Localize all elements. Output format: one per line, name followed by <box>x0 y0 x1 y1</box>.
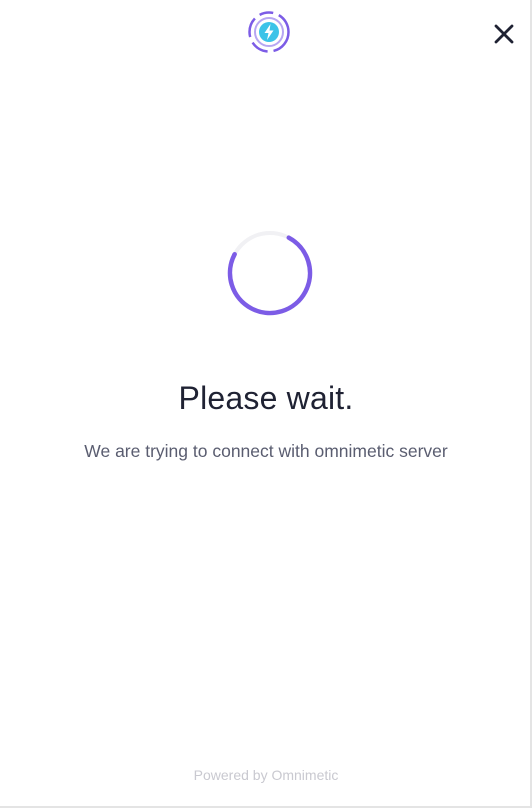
connection-dialog: Please wait. We are trying to connect wi… <box>0 0 532 808</box>
status-title: Please wait. <box>178 380 354 416</box>
close-icon <box>494 24 514 44</box>
loading-spinner-icon <box>225 228 315 318</box>
close-button[interactable] <box>490 20 518 48</box>
omnimetic-logo-icon <box>247 10 291 54</box>
powered-by-footer: Powered by Omnimetic <box>193 767 339 783</box>
status-message: We are trying to connect with omnimetic … <box>84 441 448 461</box>
